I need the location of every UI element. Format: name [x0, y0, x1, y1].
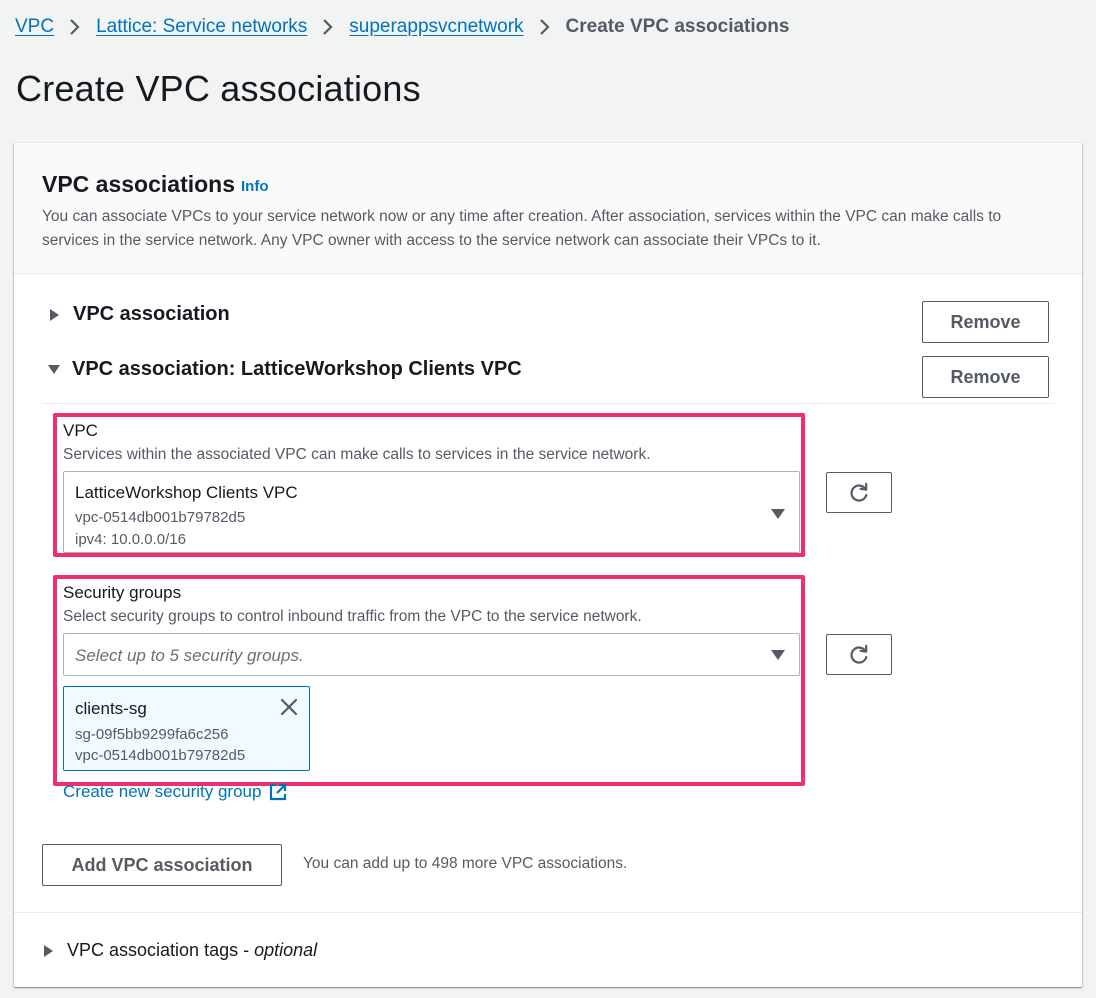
association-expander-1[interactable]: VPC association	[50, 303, 230, 326]
breadcrumb-link-service-networks[interactable]: Lattice: Service networks	[96, 16, 307, 38]
association-title-2: VPC association: LatticeWorkshop Clients…	[72, 358, 522, 380]
vpc-field-description: Services within the associated VPC can m…	[63, 446, 651, 463]
security-groups-label: Security groups	[63, 583, 182, 602]
association-divider	[42, 403, 1055, 404]
external-link-icon	[270, 783, 287, 801]
dropdown-caret-icon	[771, 650, 785, 660]
breadcrumb: VPC Lattice: Service networks superappsv…	[15, 14, 789, 40]
container-header: VPC associations Info You can associate …	[14, 143, 1082, 274]
chevron-right-icon	[307, 18, 349, 36]
security-groups-select[interactable]: Select up to 5 security groups.	[63, 633, 800, 676]
create-security-group-link[interactable]: Create new security group	[63, 782, 287, 802]
caret-right-icon	[44, 944, 53, 957]
tags-optional: optional	[254, 940, 318, 960]
token-vpc-id: vpc-0514db001b79782d5	[75, 747, 246, 764]
dropdown-caret-icon	[771, 509, 785, 519]
tags-divider	[14, 912, 1082, 913]
breadcrumb-current: Create VPC associations	[565, 16, 790, 37]
security-group-token: clients-sg sg-09f5bb9299fa6c256 vpc-0514…	[63, 686, 310, 771]
association-title-1: VPC association	[73, 303, 230, 325]
vpc-selected-name: LatticeWorkshop Clients VPC	[75, 483, 298, 502]
refresh-icon	[850, 482, 868, 502]
vpc-associations-container: VPC associations Info You can associate …	[14, 142, 1082, 987]
add-vpc-association-button[interactable]: Add VPC association	[42, 844, 282, 886]
vpc-selected-cidr: ipv4: 10.0.0.0/16	[75, 531, 186, 548]
refresh-security-groups-button[interactable]	[826, 634, 892, 675]
vpc-select[interactable]: LatticeWorkshop Clients VPC vpc-0514db00…	[63, 471, 800, 553]
breadcrumb-link-service-network[interactable]: superappsvcnetwork	[349, 16, 523, 38]
create-security-group-label: Create new security group	[63, 782, 262, 801]
vpc-field-label: VPC	[63, 421, 98, 440]
token-sg-id: sg-09f5bb9299fa6c256	[75, 726, 229, 743]
page-title: Create VPC associations	[16, 68, 421, 109]
security-groups-description: Select security groups to control inboun…	[63, 608, 642, 625]
section-description: You can associate VPCs to your service n…	[42, 208, 1002, 249]
vpc-selected-id: vpc-0514db001b79782d5	[75, 509, 246, 526]
section-title: VPC associations	[42, 171, 236, 197]
chevron-right-icon	[54, 18, 96, 36]
token-name: clients-sg	[75, 699, 147, 718]
breadcrumb-link-vpc[interactable]: VPC	[15, 16, 54, 38]
close-icon[interactable]	[278, 696, 300, 718]
refresh-icon	[850, 644, 868, 664]
tags-separator: -	[238, 940, 255, 960]
tags-title: VPC association tags	[67, 940, 239, 960]
remove-button-1[interactable]: Remove	[922, 301, 1049, 343]
tags-expander[interactable]: VPC association tags - optional	[44, 940, 317, 961]
remove-button-2[interactable]: Remove	[922, 356, 1049, 398]
add-association-hint: You can add up to 498 more VPC associati…	[303, 855, 628, 872]
refresh-vpc-button[interactable]	[826, 472, 892, 513]
info-link[interactable]: Info	[241, 178, 269, 195]
association-expander-2[interactable]: VPC association: LatticeWorkshop Clients…	[48, 358, 522, 381]
chevron-right-icon	[524, 18, 566, 36]
caret-right-icon	[50, 308, 59, 321]
security-groups-placeholder: Select up to 5 security groups.	[75, 646, 304, 665]
caret-down-icon	[48, 365, 60, 374]
